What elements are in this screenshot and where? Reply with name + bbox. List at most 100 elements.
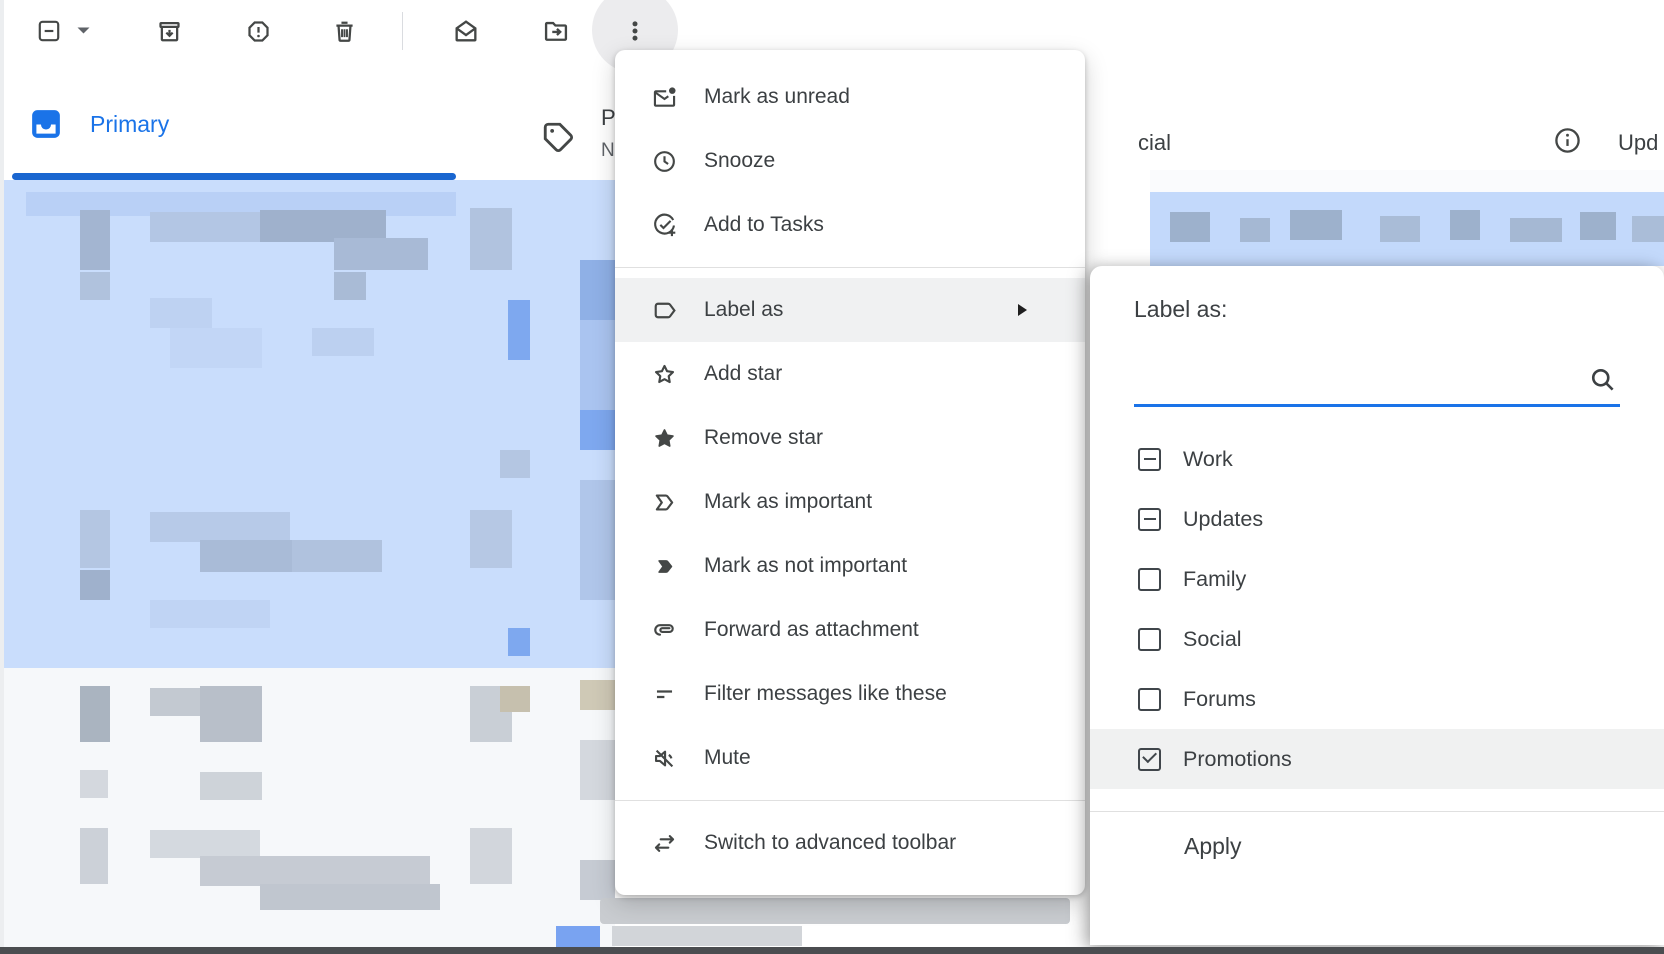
menu-item-label: Switch to advanced toolbar xyxy=(704,831,956,855)
label-row-promotions[interactable]: Promotions xyxy=(1090,729,1664,789)
menu-divider xyxy=(615,800,1085,801)
select-dropdown-button[interactable] xyxy=(68,9,98,53)
tab-primary-underline xyxy=(12,173,456,180)
checkbox-forums[interactable] xyxy=(1138,688,1161,711)
label-search xyxy=(1134,323,1620,407)
checkbox-updates[interactable] xyxy=(1138,508,1161,531)
menu-item-add-to-tasks[interactable]: Add to Tasks xyxy=(615,193,1085,257)
more-options-menu: Mark as unread Snooze Add to Tasks Label… xyxy=(615,50,1085,895)
mute-icon xyxy=(651,745,678,772)
snooze-clock-icon xyxy=(651,148,678,175)
delete-button[interactable] xyxy=(322,9,366,53)
tab-primary[interactable]: Primary xyxy=(30,108,169,140)
label-as-panel: Label as: Work Updates Family xyxy=(1090,266,1664,945)
search-icon[interactable] xyxy=(1588,365,1618,395)
add-to-tasks-icon xyxy=(651,212,678,239)
primary-inbox-icon xyxy=(30,108,62,140)
menu-item-label: Add to Tasks xyxy=(704,213,824,237)
label-row-social[interactable]: Social xyxy=(1090,609,1664,669)
menu-item-mark-as-unread[interactable]: Mark as unread xyxy=(615,65,1085,129)
label-row-forums[interactable]: Forums xyxy=(1090,669,1664,729)
menu-divider xyxy=(615,267,1085,268)
select-all-checkbox[interactable] xyxy=(27,9,71,53)
menu-item-forward-as-attachment[interactable]: Forward as attachment xyxy=(615,598,1085,662)
menu-item-label: Snooze xyxy=(704,149,775,173)
important-outline-icon xyxy=(651,489,678,516)
apply-button[interactable]: Apply xyxy=(1090,812,1664,880)
menu-item-snooze[interactable]: Snooze xyxy=(615,129,1085,193)
tab-primary-label: Primary xyxy=(90,111,169,138)
menu-item-label: Label as xyxy=(704,298,783,322)
more-options-button[interactable] xyxy=(613,9,657,53)
search-underline xyxy=(1134,404,1620,407)
blurred-footer-region xyxy=(556,895,1096,948)
important-filled-icon xyxy=(651,553,678,580)
switch-arrows-icon xyxy=(651,830,678,857)
menu-item-filter-messages[interactable]: Filter messages like these xyxy=(615,662,1085,726)
menu-item-remove-star[interactable]: Remove star xyxy=(615,406,1085,470)
menu-item-label: Filter messages like these xyxy=(704,682,947,706)
email-list-blurred[interactable] xyxy=(4,180,615,948)
info-icon xyxy=(1552,125,1583,156)
label-name: Updates xyxy=(1183,507,1263,532)
toolbar-divider xyxy=(402,12,403,50)
window-bottom-edge xyxy=(0,947,1664,954)
gmail-window: Primary P N cial Upd Mark as unread xyxy=(0,0,1664,954)
menu-item-label: Mark as not important xyxy=(704,554,907,578)
delete-icon xyxy=(331,18,358,45)
tab-promotions-partial-text: P xyxy=(601,105,615,131)
checkbox-promotions[interactable] xyxy=(1138,748,1161,771)
report-spam-button[interactable] xyxy=(236,9,280,53)
menu-item-label-as[interactable]: Label as xyxy=(615,278,1085,342)
label-search-input[interactable] xyxy=(1134,341,1624,399)
label-row-work[interactable]: Work xyxy=(1090,429,1664,489)
menu-item-mark-as-important[interactable]: Mark as important xyxy=(615,470,1085,534)
submenu-arrow-icon xyxy=(1018,304,1027,316)
move-to-button[interactable] xyxy=(534,9,578,53)
tab-promotions[interactable] xyxy=(540,119,576,155)
menu-item-label: Remove star xyxy=(704,426,823,450)
report-spam-icon xyxy=(245,18,272,45)
label-name: Social xyxy=(1183,627,1242,652)
mark-as-read-button[interactable] xyxy=(444,9,488,53)
tab-promotions-partial-subtext: N xyxy=(601,140,614,162)
menu-item-label: Forward as attachment xyxy=(704,618,919,642)
checkbox-social[interactable] xyxy=(1138,628,1161,651)
menu-item-mute[interactable]: Mute xyxy=(615,726,1085,790)
label-name: Work xyxy=(1183,447,1233,472)
archive-button[interactable] xyxy=(147,9,191,53)
mark-unread-icon xyxy=(651,84,678,111)
more-options-icon xyxy=(622,18,648,44)
window-left-edge xyxy=(0,0,4,954)
menu-item-label: Mark as unread xyxy=(704,85,850,109)
star-outline-icon xyxy=(651,361,678,388)
row-gap xyxy=(1150,170,1664,192)
menu-item-label: Mute xyxy=(704,746,751,770)
label-name: Family xyxy=(1183,567,1246,592)
filter-icon xyxy=(651,681,678,708)
info-button[interactable] xyxy=(1552,125,1583,156)
tag-icon xyxy=(540,119,576,155)
menu-item-label: Mark as important xyxy=(704,490,872,514)
email-row-blurred-right[interactable] xyxy=(1150,170,1664,266)
label-icon xyxy=(651,297,678,324)
top-right-partial-text: Upd xyxy=(1618,130,1658,156)
select-dropdown-caret-icon xyxy=(76,26,91,36)
label-list: Work Updates Family Social Forums Promot… xyxy=(1090,429,1664,789)
checkbox-work[interactable] xyxy=(1138,448,1161,471)
mark-as-read-icon xyxy=(452,17,480,45)
label-name: Forums xyxy=(1183,687,1256,712)
select-checkbox-icon xyxy=(36,18,62,44)
checkbox-family[interactable] xyxy=(1138,568,1161,591)
menu-item-label: Add star xyxy=(704,362,782,386)
menu-item-mark-as-not-important[interactable]: Mark as not important xyxy=(615,534,1085,598)
label-as-panel-title: Label as: xyxy=(1090,266,1664,323)
move-to-icon xyxy=(542,17,570,45)
menu-item-add-star[interactable]: Add star xyxy=(615,342,1085,406)
menu-item-switch-to-advanced-toolbar[interactable]: Switch to advanced toolbar xyxy=(615,811,1085,875)
tab-social-partial-label[interactable]: cial xyxy=(1138,130,1171,156)
attachment-icon xyxy=(651,617,678,644)
label-name: Promotions xyxy=(1183,747,1292,772)
label-row-family[interactable]: Family xyxy=(1090,549,1664,609)
label-row-updates[interactable]: Updates xyxy=(1090,489,1664,549)
